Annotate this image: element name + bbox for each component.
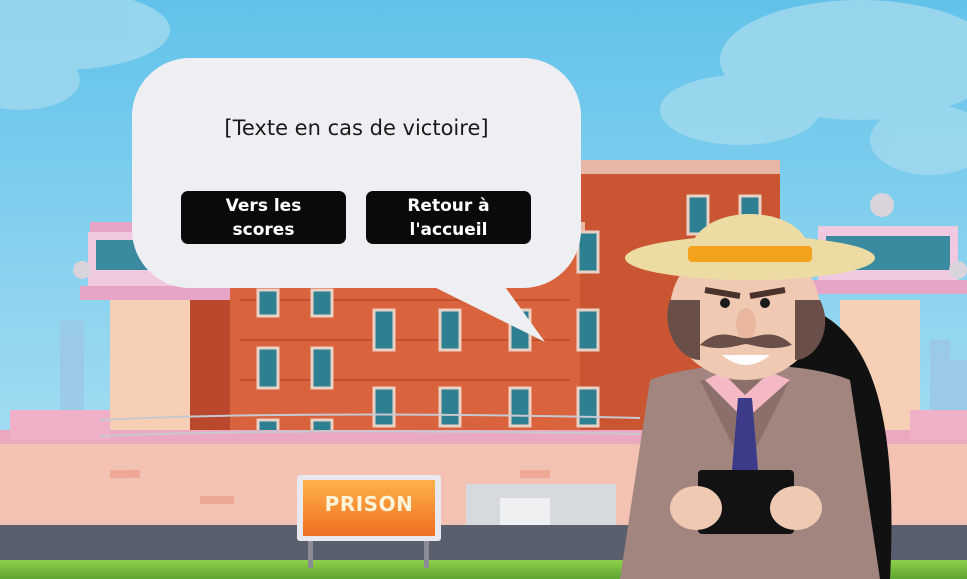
back-home-label: Retour à l'accueil — [407, 195, 490, 240]
prison-sign-text: PRISON — [324, 492, 414, 516]
view-scores-button[interactable]: Vers les scores — [181, 191, 346, 244]
view-scores-label: Vers les scores — [225, 195, 302, 240]
victory-message: [Texte en cas de victoire] — [224, 116, 489, 140]
back-home-button[interactable]: Retour à l'accueil — [366, 191, 531, 244]
speech-bubble: [Texte en cas de victoire] Vers les scor… — [132, 58, 581, 288]
detective-character — [620, 214, 892, 579]
